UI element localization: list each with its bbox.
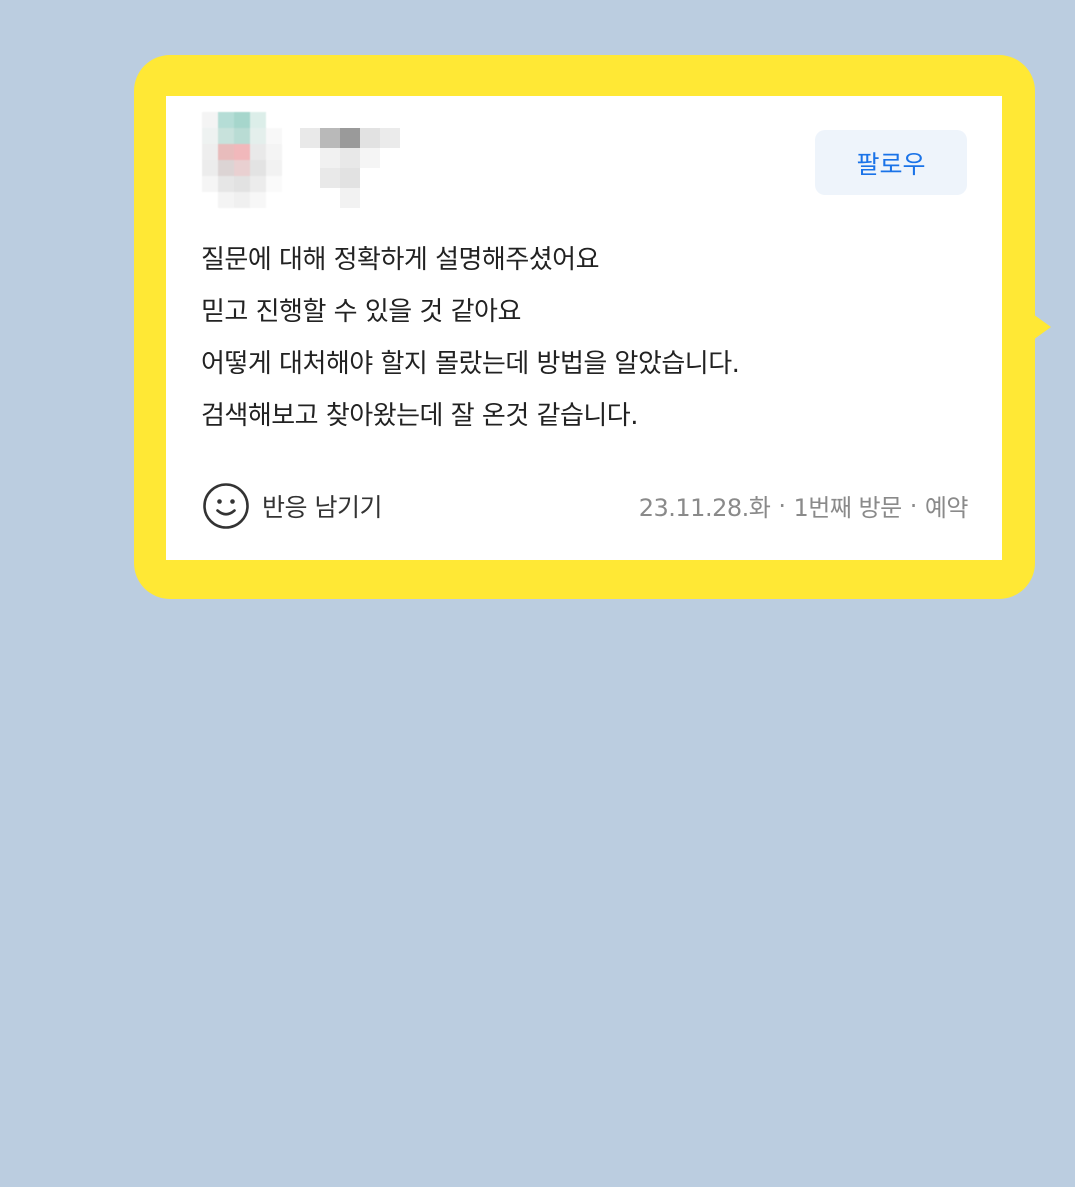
review-text: 질문에 대해 정확하게 설명해주셨어요 믿고 진행할 수 있을 것 같아요 어떻… [201,234,971,442]
review-card: 팔로우 질문에 대해 정확하게 설명해주셨어요 믿고 진행할 수 있을 것 같아… [166,96,1002,560]
follow-button[interactable]: 팔로우 [815,130,967,195]
speech-bubble-tail [1033,314,1051,340]
review-date: 23.11.28.화 [638,494,771,522]
avatar[interactable] [202,112,282,208]
separator: · [909,491,918,520]
review-line: 검색해보고 찾아왔는데 잘 온것 같습니다. [201,401,638,431]
leave-reaction-label: 반응 남기기 [262,493,382,522]
review-line: 믿고 진행할 수 있을 것 같아요 [201,297,521,327]
visit-count: 1번째 방문 [793,494,902,522]
review-line: 질문에 대해 정확하게 설명해주셨어요 [201,245,600,275]
username[interactable] [300,128,420,208]
leave-reaction-button[interactable]: 반응 남기기 [202,482,382,530]
visit-type: 예약 [924,494,969,522]
review-meta: 23.11.28.화 · 1번째 방문 · 예약 [638,488,969,523]
separator: · [778,491,786,520]
review-line: 어떻게 대처해야 할지 몰랐는데 방법을 알았습니다. [201,349,740,379]
smile-icon [203,483,249,529]
